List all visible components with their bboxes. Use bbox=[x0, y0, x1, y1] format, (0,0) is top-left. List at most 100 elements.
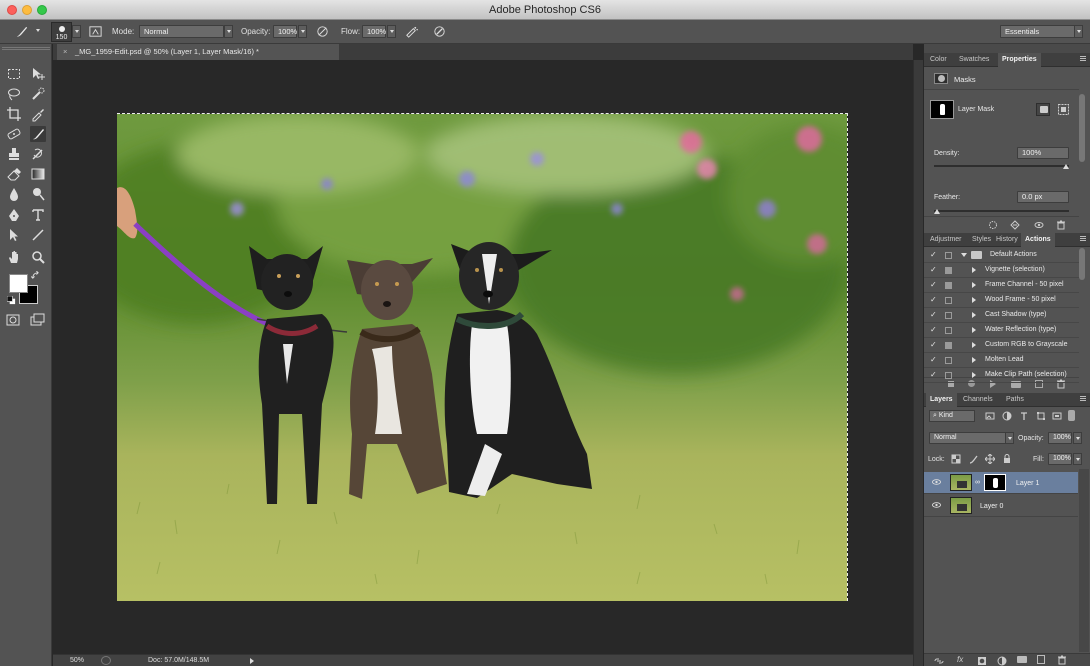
layer-opacity-dropdown[interactable] bbox=[1073, 432, 1082, 444]
actions-panel-menu-icon[interactable] bbox=[1078, 236, 1086, 244]
layer-filter-kind-select[interactable]: ⌕ Kind bbox=[929, 410, 975, 422]
layer-name[interactable]: Layer 0 bbox=[980, 503, 1003, 510]
delete-layer-icon[interactable] bbox=[1057, 655, 1067, 665]
hand-tool[interactable] bbox=[6, 249, 22, 265]
action-set-dialog-toggle[interactable] bbox=[945, 252, 952, 259]
crop-tool[interactable] bbox=[6, 106, 22, 122]
action-expand-icon[interactable] bbox=[972, 342, 976, 348]
toggle-mask-visibility-icon[interactable] bbox=[1034, 220, 1044, 230]
blend-mode-dropdown[interactable] bbox=[1005, 432, 1014, 444]
density-slider-track[interactable] bbox=[934, 165, 1069, 167]
new-group-folder-icon[interactable] bbox=[1017, 656, 1027, 663]
blur-tool[interactable] bbox=[6, 186, 22, 202]
apply-mask-icon[interactable] bbox=[1010, 220, 1020, 230]
layer-visibility-eye-icon[interactable] bbox=[932, 502, 941, 508]
tab-adjustments[interactable]: Adjustmer bbox=[926, 233, 966, 247]
zoom-tool[interactable] bbox=[30, 249, 46, 265]
tab-channels[interactable]: Channels bbox=[959, 393, 997, 407]
action-dialog-toggle[interactable] bbox=[945, 282, 952, 289]
tab-color[interactable]: Color bbox=[926, 53, 951, 67]
action-enabled-check-icon[interactable]: ✓ bbox=[930, 265, 937, 274]
tab-swatches[interactable]: Swatches bbox=[955, 53, 993, 67]
foreground-color-swatch[interactable] bbox=[9, 274, 28, 293]
action-expand-icon[interactable] bbox=[972, 297, 976, 303]
action-row[interactable]: ✓ Make Clip Path (selection) bbox=[924, 368, 1079, 383]
type-tool[interactable] bbox=[30, 207, 46, 223]
dock-grip[interactable] bbox=[924, 44, 1090, 53]
filter-shape-icon[interactable] bbox=[1036, 411, 1046, 421]
add-vector-mask-icon[interactable] bbox=[1057, 103, 1070, 116]
mask-link-chain-icon[interactable]: ∞ bbox=[975, 479, 980, 486]
action-enabled-check-icon[interactable]: ✓ bbox=[930, 370, 937, 379]
zoom-level[interactable]: 50% bbox=[70, 657, 84, 664]
screen-mode-icon[interactable] bbox=[30, 313, 45, 327]
tab-properties[interactable]: Properties bbox=[998, 53, 1041, 67]
lock-all-icon[interactable] bbox=[1002, 454, 1012, 464]
action-row[interactable]: ✓ Custom RGB to Grayscale bbox=[924, 338, 1079, 353]
filter-toggle-switch[interactable] bbox=[1068, 410, 1075, 421]
action-dialog-toggle[interactable] bbox=[945, 372, 952, 379]
path-selection-tool[interactable] bbox=[6, 227, 22, 243]
layer-style-fx-icon[interactable]: fx bbox=[957, 655, 963, 664]
action-expand-icon[interactable] bbox=[972, 372, 976, 378]
layer-row[interactable]: Layer 0 bbox=[924, 495, 1078, 517]
lock-image-pixels-icon[interactable] bbox=[968, 454, 978, 464]
new-adjustment-layer-icon[interactable] bbox=[997, 656, 1007, 666]
density-slider-thumb[interactable] bbox=[1063, 164, 1069, 169]
opacity-input[interactable]: 100% bbox=[273, 25, 297, 38]
layer-mask-thumb[interactable] bbox=[984, 474, 1006, 491]
brush-panel-toggle-icon[interactable] bbox=[88, 24, 103, 39]
layer-thumbnail[interactable] bbox=[950, 497, 972, 514]
tab-styles[interactable]: Styles bbox=[968, 233, 995, 247]
action-dialog-toggle[interactable] bbox=[945, 342, 952, 349]
action-enabled-check-icon[interactable]: ✓ bbox=[930, 310, 937, 319]
brush-tool-icon[interactable] bbox=[14, 24, 29, 39]
action-enabled-check-icon[interactable]: ✓ bbox=[930, 295, 937, 304]
action-row[interactable]: ✓ Vignette (selection) bbox=[924, 263, 1079, 278]
tab-actions[interactable]: Actions bbox=[1021, 233, 1055, 247]
fill-input[interactable]: 100% bbox=[1048, 453, 1072, 465]
filter-adjustment-icon[interactable] bbox=[1002, 411, 1012, 421]
brush-preset-picker[interactable]: 150 bbox=[51, 22, 72, 42]
action-row[interactable]: ✓ Frame Channel - 50 pixel bbox=[924, 278, 1079, 293]
feather-input[interactable]: 0.0 px bbox=[1017, 191, 1069, 203]
eraser-tool[interactable] bbox=[6, 166, 22, 182]
action-expand-icon[interactable] bbox=[972, 267, 976, 273]
properties-scrollbar[interactable] bbox=[1079, 94, 1085, 162]
action-enabled-check-icon[interactable]: ✓ bbox=[930, 355, 937, 364]
lasso-tool[interactable] bbox=[6, 86, 22, 102]
feather-slider-thumb[interactable] bbox=[934, 209, 940, 214]
link-layers-icon[interactable] bbox=[934, 656, 944, 666]
action-enabled-check-icon[interactable]: ✓ bbox=[930, 280, 937, 289]
density-input[interactable]: 100% bbox=[1017, 147, 1069, 159]
pressure-size-icon[interactable] bbox=[432, 24, 447, 39]
layers-panel-menu-icon[interactable] bbox=[1078, 396, 1086, 404]
clone-stamp-tool[interactable] bbox=[6, 146, 22, 162]
mode-select[interactable]: Normal bbox=[139, 25, 224, 38]
filter-smart-object-icon[interactable] bbox=[1052, 411, 1062, 421]
select-pixel-mask-button[interactable] bbox=[1036, 103, 1050, 116]
action-dialog-toggle[interactable] bbox=[945, 312, 952, 319]
pressure-opacity-icon[interactable] bbox=[315, 24, 330, 39]
eyedropper-tool[interactable] bbox=[30, 106, 46, 122]
quick-selection-tool[interactable] bbox=[30, 86, 46, 102]
status-menu-arrow-icon[interactable] bbox=[250, 658, 254, 664]
action-row[interactable]: ✓ Wood Frame - 50 pixel bbox=[924, 293, 1079, 308]
document-canvas[interactable] bbox=[117, 113, 848, 601]
layers-scrollbar[interactable] bbox=[1079, 469, 1089, 652]
blend-mode-select[interactable]: Normal bbox=[929, 432, 1009, 444]
action-enabled-check-icon[interactable]: ✓ bbox=[930, 340, 937, 349]
swap-colors-icon[interactable] bbox=[31, 271, 40, 280]
flow-dropdown[interactable] bbox=[387, 25, 396, 38]
properties-panel-menu-icon[interactable] bbox=[1078, 56, 1086, 64]
fill-dropdown[interactable] bbox=[1073, 453, 1082, 465]
history-brush-tool[interactable] bbox=[30, 146, 46, 162]
filter-pixel-icon[interactable] bbox=[985, 411, 995, 421]
workspace-dropdown[interactable] bbox=[1074, 25, 1083, 38]
workspace-switcher[interactable]: Essentials bbox=[1000, 25, 1075, 38]
canvas-vertical-scrollbar[interactable] bbox=[913, 60, 923, 666]
quick-mask-icon[interactable] bbox=[6, 314, 20, 326]
action-set-enabled-check-icon[interactable]: ✓ bbox=[930, 250, 937, 259]
mode-dropdown[interactable] bbox=[224, 25, 233, 38]
lock-position-icon[interactable] bbox=[985, 454, 995, 464]
